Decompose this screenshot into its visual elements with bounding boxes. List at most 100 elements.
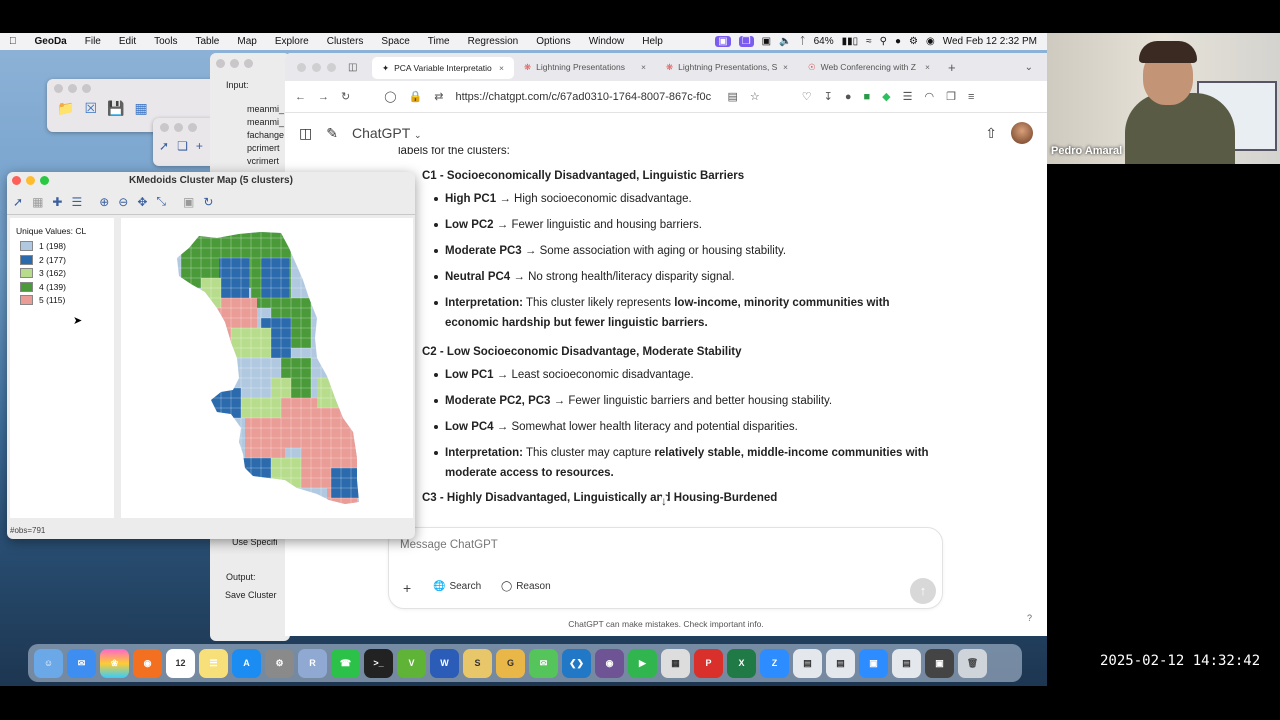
menu-table[interactable]: Table (186, 36, 228, 47)
preview-icon[interactable]: ▦ (661, 648, 690, 678)
save-cluster-field[interactable]: Save Cluster (225, 590, 277, 600)
downloads-icon[interactable]: ↧ (824, 90, 833, 103)
github-icon[interactable]: ◉ (595, 648, 624, 678)
photos-icon[interactable]: ❀ (100, 648, 129, 678)
document-icon[interactable]: ▤ (793, 648, 822, 678)
scroll-down-icon[interactable]: ↓ (661, 494, 667, 508)
extension-arc-icon[interactable]: ◠ (924, 90, 934, 103)
avatar[interactable] (1011, 122, 1033, 144)
extension-shield-icon[interactable]: ◆ (882, 90, 890, 103)
screen-share-icon[interactable]: ▣ (715, 36, 731, 47)
new-chat-icon[interactable]: ✎ (326, 125, 338, 142)
trash-icon[interactable]: 🗑 (958, 648, 987, 678)
extension-bars-icon[interactable]: ☰ (903, 90, 913, 103)
messages-icon[interactable]: ✉ (529, 648, 558, 678)
close-window-button[interactable] (297, 62, 306, 72)
menu-regression[interactable]: Regression (459, 36, 528, 47)
legend-item[interactable]: 2 (177) (20, 254, 108, 265)
add-icon[interactable]: + (196, 139, 203, 153)
table-icon[interactable]: ▦ (134, 100, 147, 117)
shield-icon[interactable]: ◯ (384, 90, 396, 103)
menu-datetime[interactable]: Wed Feb 12 2:32 PM (943, 36, 1037, 47)
extension-green-icon[interactable]: ■ (863, 91, 870, 103)
send-button[interactable]: ↑ (910, 578, 936, 604)
selection-box-icon[interactable]: ▦ (32, 195, 43, 209)
legend-item[interactable]: 1 (198) (20, 241, 108, 251)
mirror-icon[interactable]: ❐ (738, 36, 754, 47)
tab-list-icon[interactable]: ⌄ (1025, 62, 1033, 73)
document-icon[interactable]: ▤ (826, 648, 855, 678)
sidebar-toggle-icon[interactable]: ◫ (348, 62, 372, 73)
facetime-icon[interactable]: ▶ (628, 648, 657, 678)
basemap-icon[interactable]: ▣ (183, 195, 194, 209)
car-icon[interactable]: ▣ (762, 36, 771, 47)
minimize-window-button[interactable] (312, 62, 321, 72)
forward-icon[interactable]: → (318, 91, 329, 103)
extension-p-icon[interactable]: ● (845, 91, 852, 103)
attach-plus-icon[interactable]: + (403, 580, 411, 596)
r-icon[interactable]: R (298, 648, 327, 678)
variable-item[interactable]: fachange (247, 130, 284, 140)
model-selector[interactable]: ChatGPT ⌄ (352, 125, 422, 141)
bookmark-star-icon[interactable]: ☆ (750, 90, 760, 103)
reload-icon[interactable]: ↻ (341, 90, 350, 103)
message-input[interactable]: Message ChatGPT (400, 539, 498, 551)
fit-extent-icon[interactable]: ⤡ (156, 194, 166, 209)
menu-time[interactable]: Time (419, 36, 459, 47)
zoom-in-icon[interactable]: ⊕ (99, 195, 109, 209)
add-layer-icon[interactable]: ✚ (52, 195, 62, 209)
layers-icon[interactable]: ☰ (71, 195, 82, 209)
zoom-window-button[interactable] (327, 62, 336, 72)
mail-icon[interactable]: ✉ (67, 648, 96, 678)
window-icon[interactable]: ▣ (925, 648, 954, 678)
copy-icon[interactable]: ❏ (177, 139, 188, 153)
pocket-icon[interactable]: ♡ (802, 90, 812, 103)
menu-space[interactable]: Space (372, 36, 418, 47)
notes-icon[interactable]: ☰ (199, 648, 228, 678)
menu-window[interactable]: Window (580, 36, 634, 47)
refresh-icon[interactable]: ↻ (203, 195, 213, 209)
share-icon[interactable]: ⇧ (985, 125, 997, 142)
close-tab-icon[interactable]: × (783, 62, 788, 72)
finder-icon[interactable]: ☺ (34, 648, 63, 678)
save-icon[interactable]: 💾 (107, 100, 124, 117)
app-menu-icon[interactable]: ≡ (968, 91, 974, 103)
close-file-icon[interactable]: ☒ (84, 100, 97, 117)
control-center-icon[interactable]: ⚙ (909, 36, 918, 47)
zoom-out-icon[interactable]: ⊖ (118, 195, 128, 209)
menu-app-name[interactable]: GeoDa (26, 36, 76, 47)
siri-icon[interactable]: ◉ (926, 36, 935, 47)
excel-icon[interactable]: X (727, 648, 756, 678)
tab-lightning-2[interactable]: ❋ Lightning Presentations, S × (656, 56, 798, 78)
close-tab-icon[interactable]: × (641, 62, 646, 72)
menu-map[interactable]: Map (228, 36, 265, 47)
menu-tools[interactable]: Tools (145, 36, 186, 47)
url-field[interactable]: https://chatgpt.com/c/67ad0310-1764-8007… (455, 91, 715, 103)
pan-icon[interactable]: ✥ (137, 195, 147, 209)
legend-item[interactable]: 3 (162) (20, 268, 108, 278)
vim-icon[interactable]: V (397, 648, 426, 678)
menu-file[interactable]: File (76, 36, 110, 47)
help-button[interactable]: ? (1027, 613, 1032, 623)
apple-icon[interactable]:  (0, 36, 26, 47)
document-icon[interactable]: ▤ (892, 648, 921, 678)
wifi-icon[interactable]: ≈ (866, 36, 872, 47)
settings-icon[interactable]: ⚙ (265, 648, 294, 678)
close-window-button[interactable] (12, 176, 21, 185)
word-icon[interactable]: W (430, 648, 459, 678)
permissions-icon[interactable]: ⇄ (434, 90, 443, 103)
new-tab-icon[interactable]: + (948, 60, 956, 75)
reader-view-icon[interactable]: ▤ (727, 90, 737, 103)
meeting-icon[interactable]: ▣ (859, 648, 888, 678)
menu-clusters[interactable]: Clusters (318, 36, 373, 47)
firefox-icon[interactable]: ◉ (133, 648, 162, 678)
reason-button[interactable]: ◯ Reason (501, 581, 551, 592)
select-arrow-icon[interactable]: ➚ (13, 195, 23, 209)
geoda-space-icon[interactable]: S (463, 648, 492, 678)
geoda-icon[interactable]: G (496, 648, 525, 678)
open-folder-icon[interactable]: 📁 (57, 100, 74, 117)
back-icon[interactable]: ← (295, 91, 306, 103)
volume-icon[interactable]: 🔈 (779, 36, 791, 47)
minimize-window-button[interactable] (26, 176, 35, 185)
extensions-icon[interactable]: ❐ (946, 90, 956, 103)
